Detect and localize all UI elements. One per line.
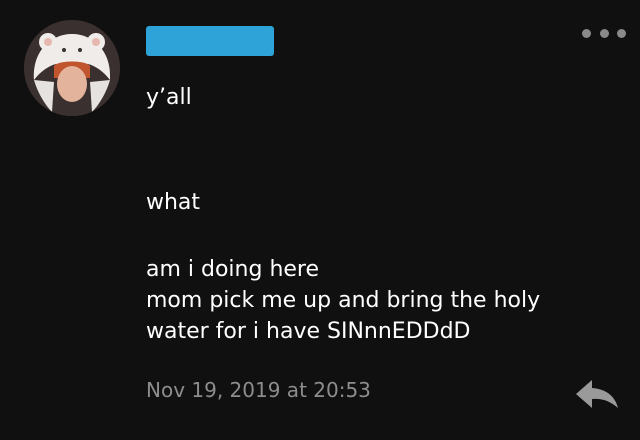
timestamp: Nov 19, 2019 at 20:53 bbox=[146, 378, 371, 402]
reply-arrow-icon bbox=[576, 380, 618, 408]
username-redacted[interactable] bbox=[146, 26, 274, 56]
message-line: y’all bbox=[146, 85, 192, 110]
more-options-icon[interactable] bbox=[582, 26, 626, 40]
message-post: y’all what am i doing here mom pick me u… bbox=[0, 0, 640, 440]
avatar[interactable] bbox=[24, 20, 120, 116]
message-text: y’all what am i doing here mom pick me u… bbox=[146, 82, 606, 347]
menu-dot bbox=[582, 28, 591, 38]
menu-dot bbox=[617, 28, 626, 38]
avatar-image bbox=[24, 20, 120, 116]
message-line: what bbox=[146, 190, 201, 215]
message-line: mom pick me up and bring the holy bbox=[146, 288, 541, 313]
message-line: am i doing here bbox=[146, 257, 320, 282]
reply-icon[interactable] bbox=[572, 374, 622, 414]
message-line: water for i have SINnnEDDdD bbox=[146, 319, 471, 344]
menu-dot bbox=[599, 28, 609, 38]
